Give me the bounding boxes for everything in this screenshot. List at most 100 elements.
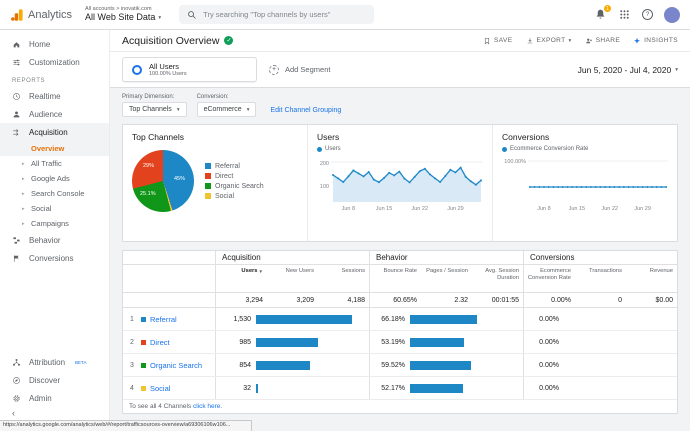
row-rank: 4 xyxy=(123,385,141,392)
column-header-users[interactable]: Users▼ xyxy=(216,265,267,275)
users-value: 854 xyxy=(216,362,256,369)
group-header-conversions: Conversions xyxy=(523,251,677,264)
property-selector[interactable]: All Web Site Data ▾ xyxy=(85,12,161,22)
bounce-rate-bar xyxy=(410,338,511,347)
users-value: 1,530 xyxy=(216,316,256,323)
channel-color-swatch xyxy=(141,386,146,391)
avatar[interactable] xyxy=(664,7,680,23)
sidebar-item-label: Audience xyxy=(29,110,62,119)
export-button[interactable]: EXPORT ▾ xyxy=(526,37,572,45)
x-axis-label: Jun 22 xyxy=(411,206,428,212)
sidebar-item-overview[interactable]: Overview xyxy=(0,141,109,156)
legend-swatch xyxy=(205,163,211,169)
sidebar-item-attribution[interactable]: Attribution BETA xyxy=(0,353,109,371)
channel-cell: Direct xyxy=(141,338,215,347)
channel-link[interactable]: Organic Search xyxy=(150,361,202,370)
sidebar-item-search-console[interactable]: ▸ Search Console xyxy=(0,186,109,201)
sidebar-item-google-ads[interactable]: ▸ Google Ads xyxy=(0,171,109,186)
help-icon[interactable]: ? xyxy=(642,9,653,20)
users-bar xyxy=(256,384,357,393)
sidebar-item-label: Admin xyxy=(29,394,52,403)
total-revenue: $0.00 xyxy=(626,297,677,304)
sidebar-item-customization[interactable]: Customization xyxy=(0,53,109,71)
column-header-new-users[interactable]: New Users xyxy=(267,265,318,275)
users-chart-svg[interactable] xyxy=(331,153,483,205)
analytics-logo-icon xyxy=(10,8,24,22)
conversion-rate-value: 0.00% xyxy=(524,362,564,369)
search-bar[interactable]: Try searching "Top channels by users" xyxy=(179,5,374,24)
channel-link[interactable]: Direct xyxy=(150,338,170,347)
sidebar-item-admin[interactable]: Admin xyxy=(0,389,109,407)
sidebar-item-acquisition[interactable]: Acquisition xyxy=(0,123,109,141)
sidebar-item-social[interactable]: ▸ Social xyxy=(0,201,109,216)
sort-arrow-icon: ▼ xyxy=(259,269,263,274)
insights-button[interactable]: INSIGHTS xyxy=(633,37,678,45)
bounce-rate-bar xyxy=(410,384,511,393)
primary-dimension-select[interactable]: Top Channels ▾ xyxy=(122,102,187,117)
users-legend: Users xyxy=(317,146,483,152)
charts-panel: Top Channels 45%29%25.1% ReferralDirectO… xyxy=(122,124,678,242)
column-header-pages-session[interactable]: Pages / Session xyxy=(421,265,472,275)
bounce-rate-value: 66.18% xyxy=(370,316,410,323)
sidebar-item-realtime[interactable]: Realtime xyxy=(0,87,109,105)
users-value: 32 xyxy=(216,385,256,392)
chevron-down-icon: ▾ xyxy=(675,67,678,73)
tune-icon xyxy=(12,58,21,67)
date-range-picker[interactable]: Jun 5, 2020 - Jul 4, 2020 ▾ xyxy=(578,65,678,75)
channel-color-swatch xyxy=(141,340,146,345)
click-here-link[interactable]: click here. xyxy=(193,403,222,410)
sidebar-item-behavior[interactable]: Behavior xyxy=(0,231,109,249)
pie-wrap: 45%29%25.1% xyxy=(132,150,194,212)
expand-arrow-icon: ▸ xyxy=(22,191,28,197)
add-segment-label: Add Segment xyxy=(285,65,330,74)
attribution-icon xyxy=(12,358,21,367)
column-header-transactions[interactable]: Transactions xyxy=(575,265,626,275)
expand-arrow-icon: ▸ xyxy=(22,206,28,212)
column-header-bounce-rate[interactable]: Bounce Rate xyxy=(370,265,421,275)
share-label: SHARE xyxy=(596,37,620,44)
apps-grid-button[interactable] xyxy=(618,8,631,21)
sidebar-item-conversions[interactable]: Conversions xyxy=(0,249,109,267)
conversion-select[interactable]: eCommerce ▾ xyxy=(197,102,257,117)
home-icon xyxy=(12,40,21,49)
conversions-legend-label: Ecommerce Conversion Rate xyxy=(510,146,588,152)
notifications-button[interactable]: 1 xyxy=(594,8,607,21)
all-users-segment-chip[interactable]: All Users 100.00% Users xyxy=(122,57,257,82)
person-icon xyxy=(12,110,21,119)
channel-link[interactable]: Social xyxy=(150,384,170,393)
edit-channel-grouping-link[interactable]: Edit Channel Grouping xyxy=(270,107,341,114)
users-bar xyxy=(256,315,357,324)
sidebar-item-label: Home xyxy=(29,40,50,49)
report-header: Acquisition Overview ✓ SAVE EXPORT ▾ SHA… xyxy=(110,30,690,52)
sidebar-item-audience[interactable]: Audience xyxy=(0,105,109,123)
sidebar-item-discover[interactable]: Discover xyxy=(0,371,109,389)
add-segment-button[interactable]: + Add Segment xyxy=(269,65,330,75)
column-header-ecommerce-conversion-rate[interactable]: Ecommerce Conversion Rate xyxy=(524,265,575,282)
users-section: Users Users 200100 Jun 8Jun 15Jun 22Jun … xyxy=(307,125,492,241)
save-label: SAVE xyxy=(494,37,512,44)
column-header-revenue[interactable]: Revenue xyxy=(626,265,677,275)
sidebar-item-home[interactable]: Home xyxy=(0,35,109,53)
x-axis-label: Jun 15 xyxy=(569,206,586,212)
row-rank: 1 xyxy=(123,316,141,323)
conversions-chart-svg[interactable] xyxy=(528,153,668,205)
sidebar-item-label: Realtime xyxy=(29,92,61,101)
dimension-controls: Primary Dimension: Top Channels ▾ Conver… xyxy=(110,88,690,117)
share-button[interactable]: SHARE xyxy=(585,37,620,45)
conversion-rate-bar xyxy=(564,315,665,324)
expand-arrow-icon: ▸ xyxy=(22,161,28,167)
brand-name: Analytics xyxy=(28,9,72,21)
sidebar-item-campaigns[interactable]: ▸ Campaigns xyxy=(0,216,109,231)
bounce-rate-bar xyxy=(410,315,511,324)
top-channels-section: Top Channels 45%29%25.1% ReferralDirectO… xyxy=(123,125,307,241)
save-button[interactable]: SAVE xyxy=(483,37,512,45)
sidebar-item-all-traffic[interactable]: ▸ All Traffic xyxy=(0,156,109,171)
column-header-sessions[interactable]: Sessions xyxy=(318,265,369,275)
channel-link[interactable]: Referral xyxy=(150,315,177,324)
bounce-rate-value: 53.19% xyxy=(370,339,410,346)
collapse-sidebar-button[interactable]: ‹ xyxy=(12,409,15,418)
sidebar-item-label: Overview xyxy=(31,144,64,153)
users-chart-title: Users xyxy=(317,132,483,142)
total-transactions: 0 xyxy=(575,297,626,304)
column-header-avg-session-duration[interactable]: Avg. Session Duration xyxy=(472,265,523,282)
